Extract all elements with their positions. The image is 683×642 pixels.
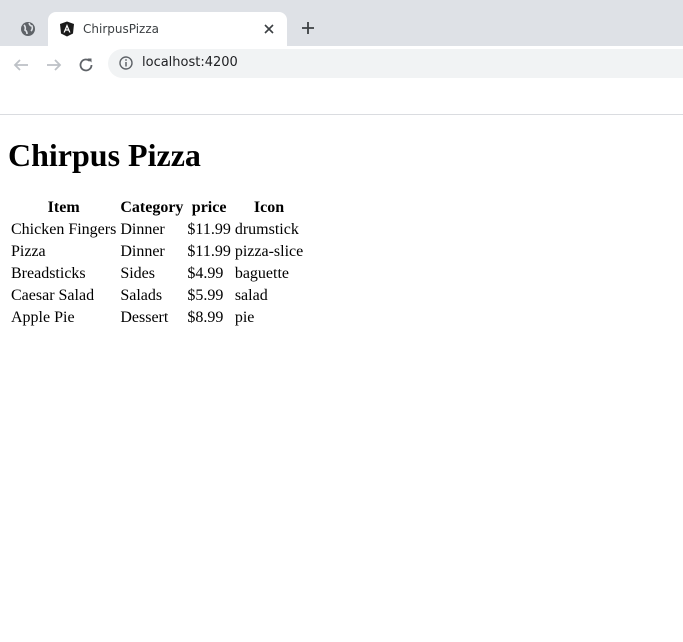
- category-cell: Dinner: [120, 221, 165, 238]
- price-cell: $11.99: [187, 221, 231, 238]
- item-cell: Caesar Salad: [11, 287, 95, 304]
- table-header-row: Item Category price Icon: [10, 198, 304, 218]
- table-row: Pizza Dinner $11.99 pizza-slice: [10, 242, 304, 262]
- icon-cell: baguette: [234, 265, 290, 282]
- angular-icon: [59, 21, 75, 37]
- arrow-left-icon[interactable]: [12, 56, 30, 74]
- address-bar[interactable]: localhost:4200: [108, 49, 683, 78]
- url-text[interactable]: localhost:4200: [142, 55, 238, 71]
- globe-icon[interactable]: [20, 21, 36, 37]
- item-cell: Pizza: [11, 243, 46, 260]
- icon-cell: pie: [234, 309, 255, 326]
- arrow-right-icon[interactable]: [45, 56, 63, 74]
- tab-title: ChirpusPizza: [83, 22, 159, 36]
- column-header-category: Category: [120, 199, 184, 216]
- plus-icon[interactable]: [301, 21, 315, 35]
- close-icon[interactable]: [262, 22, 276, 36]
- price-cell: $4.99: [187, 265, 224, 282]
- category-cell: Salads: [120, 287, 163, 304]
- browser-toolbar: localhost:4200: [0, 46, 683, 115]
- icon-cell: salad: [234, 287, 268, 304]
- column-header-icon: Icon: [253, 199, 285, 216]
- price-cell: $8.99: [187, 309, 224, 326]
- info-icon[interactable]: [119, 56, 133, 70]
- category-cell: Dinner: [120, 243, 165, 260]
- price-cell: $11.99: [187, 243, 231, 260]
- item-cell: Apple Pie: [11, 309, 75, 326]
- page-title: Chirpus Pizza: [8, 137, 201, 173]
- reload-icon[interactable]: [77, 56, 95, 74]
- browser-window: ChirpusPizza localhost:4200 Chirpus Pizz…: [0, 0, 683, 642]
- page-content: Chirpus Pizza Item Category price Icon C…: [0, 115, 683, 642]
- menu-table: Item Category price Icon Chicken Fingers…: [8, 196, 306, 330]
- item-cell: Breadsticks: [11, 265, 86, 282]
- tab-chirpuspizza[interactable]: ChirpusPizza: [48, 12, 287, 46]
- column-header-item: Item: [47, 199, 80, 216]
- column-header-price: price: [191, 199, 227, 216]
- icon-cell: pizza-slice: [234, 243, 304, 260]
- table-row: Chicken Fingers Dinner $11.99 drumstick: [10, 220, 304, 240]
- table-row: Caesar Salad Salads $5.99 salad: [10, 286, 304, 306]
- item-cell: Chicken Fingers: [11, 221, 117, 238]
- tab-strip: ChirpusPizza: [0, 0, 683, 46]
- price-cell: $5.99: [187, 287, 224, 304]
- table-row: Apple Pie Dessert $8.99 pie: [10, 308, 304, 328]
- category-cell: Dessert: [120, 309, 169, 326]
- icon-cell: drumstick: [234, 221, 299, 238]
- category-cell: Sides: [120, 265, 155, 282]
- table-row: Breadsticks Sides $4.99 baguette: [10, 264, 304, 284]
